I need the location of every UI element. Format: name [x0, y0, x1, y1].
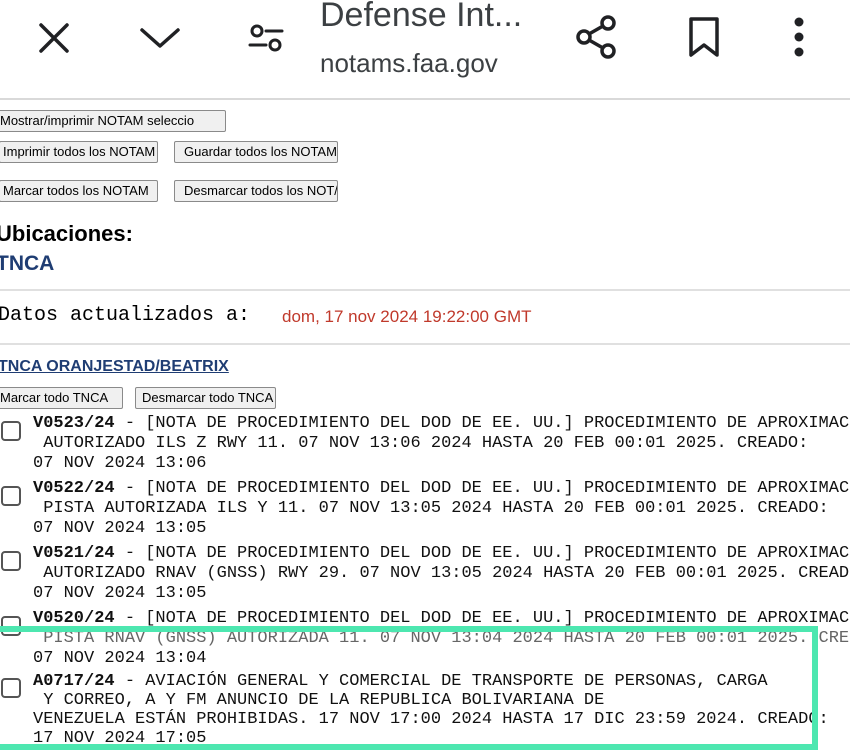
notam-id[interactable]: V0521/24 — [33, 544, 115, 563]
share-icon[interactable] — [574, 14, 620, 60]
notam-text: AUTORIZADO ILS Z RWY 11. 07 NOV 13:06 20… — [33, 434, 809, 453]
notam-checkbox[interactable] — [1, 616, 21, 636]
notam-id[interactable]: V0522/24 — [33, 479, 115, 498]
notam-id[interactable]: V0520/24 — [33, 609, 115, 628]
updated-timestamp: dom, 17 nov 2024 19:22:00 GMT — [282, 307, 532, 326]
notam-created: 07 NOV 2024 13:06 — [33, 454, 207, 473]
mark-all-button[interactable]: Marcar todos los NOTAM — [0, 180, 158, 202]
unmark-all-button[interactable]: Desmarcar todos los NOT/ — [174, 180, 338, 202]
notam-text: Y CORREO, A Y FM ANUNCIO DE LA REPUBLICA… — [33, 691, 605, 710]
notam-text: - [NOTA DE PROCEDIMIENTO DEL DOD DE EE. … — [114, 544, 850, 563]
page-title: Defense Int... — [320, 0, 523, 34]
notam-id[interactable]: V0523/24 — [33, 414, 115, 433]
print-all-button[interactable]: Imprimir todos los NOTAM — [0, 141, 158, 163]
divider — [0, 98, 850, 100]
notam-created: 07 NOV 2024 13:04 — [33, 649, 207, 668]
notam-text: AUTORIZADO RNAV (GNSS) RWY 29. 07 NOV 13… — [33, 564, 850, 583]
divider — [0, 289, 850, 291]
updated-label: Datos actualizados a: — [0, 304, 251, 327]
notam-line: A0717/24 - AVIACIÓN GENERAL Y COMERCIAL … — [33, 672, 768, 692]
save-all-button[interactable]: Guardar todos los NOTAM — [174, 141, 338, 163]
divider — [0, 343, 850, 345]
notam-created: 07 NOV 2024 13:05 — [33, 519, 207, 538]
notam-line: V0520/24 - [NOTA DE PROCEDIMIENTO DEL DO… — [33, 609, 849, 629]
show-print-selected-button[interactable]: Mostrar/imprimir NOTAM seleccio — [0, 110, 226, 132]
notam-text: PISTA RNAV (GNSS) AUTORIZADA 11. 07 NOV … — [33, 629, 850, 648]
mark-airport-button[interactable]: Marcar todo TNCA — [0, 387, 123, 409]
notam-checkbox[interactable] — [1, 421, 21, 441]
browser-top-bar: Defense Int... notams.faa.gov — [0, 0, 850, 98]
airport-link[interactable]: TNCA ORANJESTAD/BEATRIX — [0, 358, 229, 376]
notam-text: - AVIACIÓN GENERAL Y COMERCIAL DE TRANSP… — [114, 672, 768, 691]
close-icon[interactable] — [34, 18, 74, 58]
location-code: TNCA — [0, 252, 55, 275]
chevron-down-icon[interactable] — [138, 18, 182, 58]
notam-text: - [NOTA DE PROCEDIMIENTO DEL DOD DE EE. … — [114, 609, 850, 628]
notam-created: 17 NOV 2024 17:05 — [33, 729, 207, 748]
notam-line: V0522/24 - [NOTA DE PROCEDIMIENTO DEL DO… — [33, 479, 849, 499]
url-text[interactable]: notams.faa.gov — [320, 48, 498, 79]
notam-text: VENEZUELA ESTÁN PROHIBIDAS. 17 NOV 17:00… — [33, 710, 829, 729]
notam-checkbox[interactable] — [1, 551, 21, 571]
notam-text: - [NOTA DE PROCEDIMIENTO DEL DOD DE EE. … — [114, 479, 850, 498]
notam-checkbox[interactable] — [1, 486, 21, 506]
tune-icon[interactable] — [246, 18, 286, 58]
more-vert-icon[interactable] — [782, 14, 816, 60]
notam-line: V0523/24 - [NOTA DE PROCEDIMIENTO DEL DO… — [33, 414, 849, 434]
unmark-airport-button[interactable]: Desmarcar todo TNCA — [135, 387, 276, 409]
notam-created: 07 NOV 2024 13:05 — [33, 584, 207, 603]
bookmark-icon[interactable] — [684, 14, 724, 60]
locations-heading: Ubicaciones: — [0, 221, 133, 246]
notam-checkbox[interactable] — [1, 678, 21, 698]
notam-text: - [NOTA DE PROCEDIMIENTO DEL DOD DE EE. … — [114, 414, 850, 433]
notam-id[interactable]: A0717/24 — [33, 672, 115, 691]
notam-line: V0521/24 - [NOTA DE PROCEDIMIENTO DEL DO… — [33, 544, 849, 564]
notam-text: PISTA AUTORIZADA ILS Y 11. 07 NOV 13:05 … — [33, 499, 829, 518]
